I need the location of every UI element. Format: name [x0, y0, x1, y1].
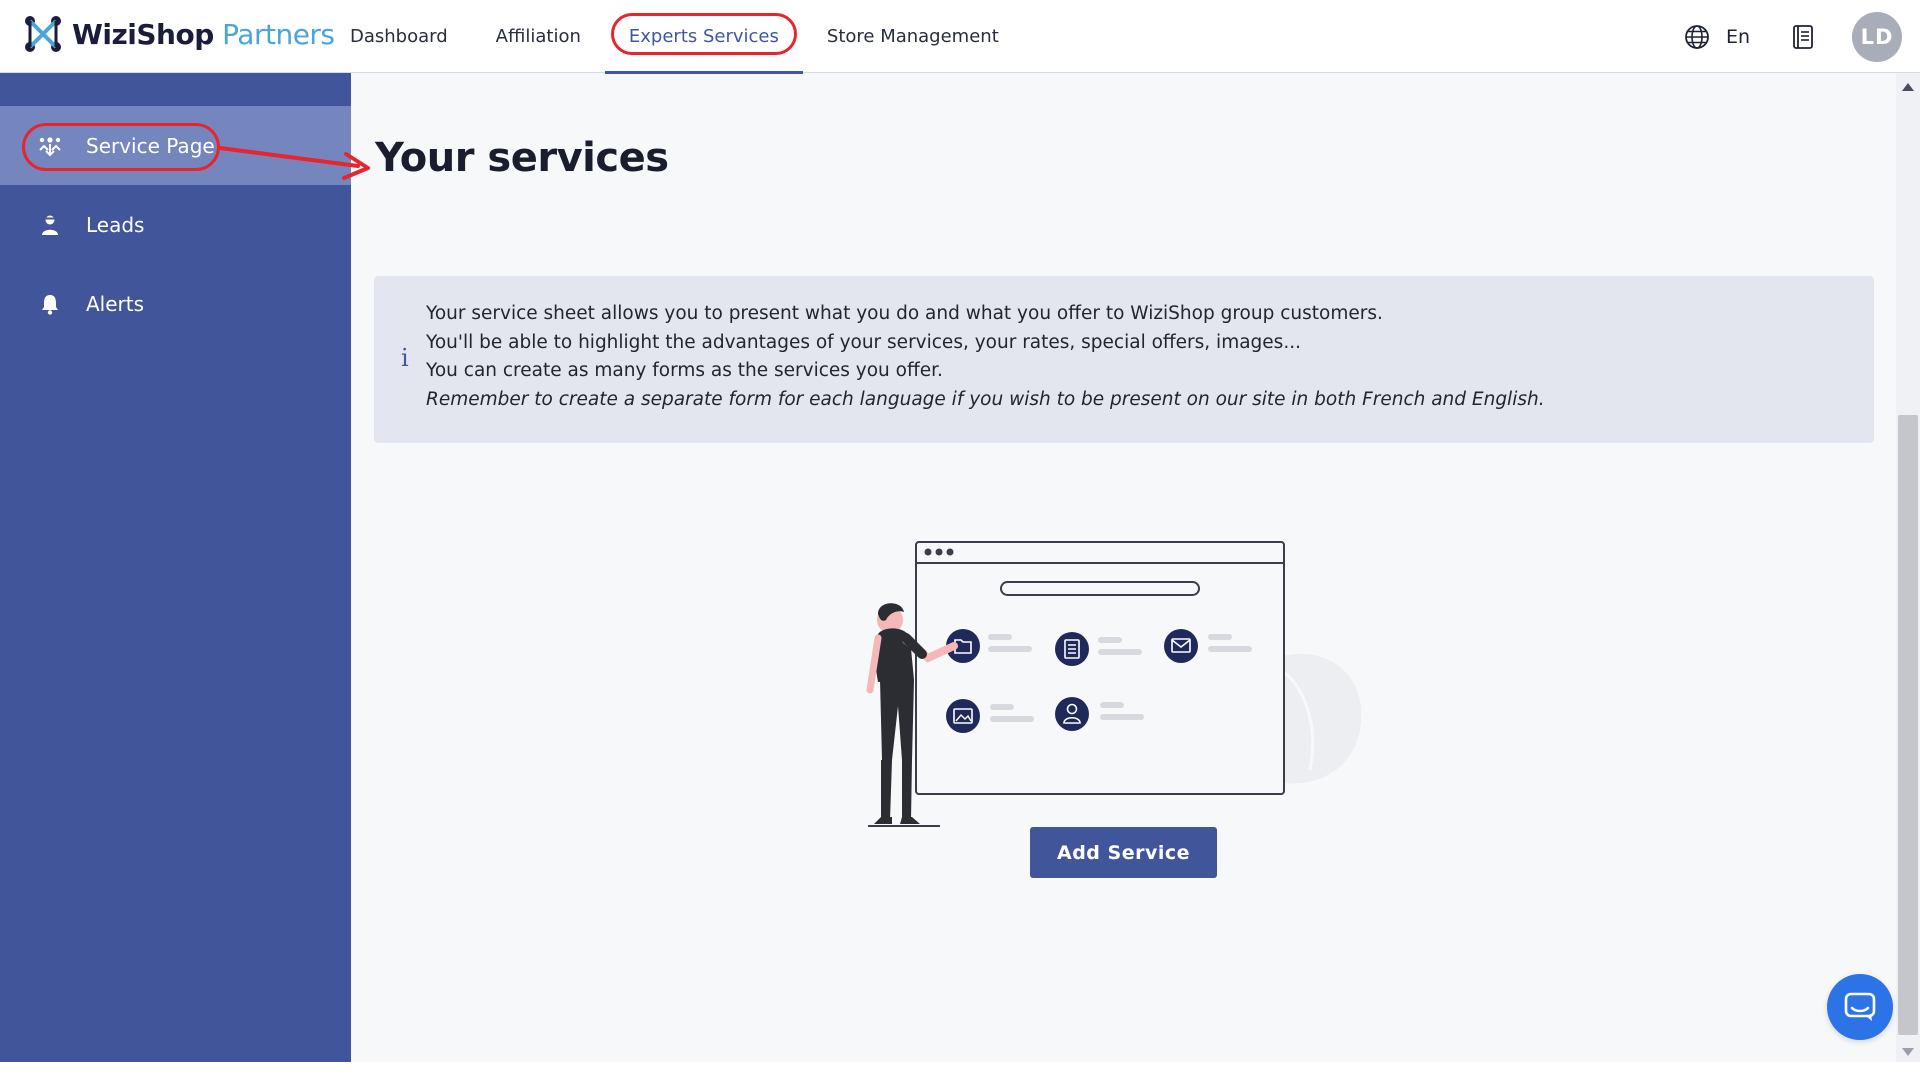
- sidebar-item-label: Leads: [86, 212, 145, 237]
- chat-widget-button[interactable]: [1827, 974, 1893, 1040]
- sidebar-item-label: Service Page: [86, 133, 215, 158]
- nav-store-management[interactable]: Store Management: [803, 0, 1023, 73]
- globe-icon[interactable]: [1684, 24, 1710, 50]
- wizishop-partners-logo[interactable]: WiziShop Partners: [22, 12, 335, 56]
- logo-mark-icon: [25, 16, 61, 52]
- info-line: Your service sheet allows you to present…: [426, 303, 1383, 324]
- top-navigation-bar: WiziShop Partners Dashboard Affiliation …: [0, 0, 1920, 74]
- info-line: You'll be able to highlight the advantag…: [426, 331, 1301, 353]
- sidebar-item-label: Alerts: [86, 291, 145, 316]
- logo-brand-text: WiziShop: [72, 17, 214, 51]
- bottom-strip: [0, 1062, 1920, 1080]
- nav-store-management-label: Store Management: [826, 26, 999, 47]
- nav-affiliation[interactable]: Affiliation: [472, 0, 605, 73]
- page-scrollbar[interactable]: [1896, 73, 1920, 1062]
- nav-right-tools: En LD: [1684, 0, 1902, 73]
- info-line: You can create as many forms as the serv…: [426, 360, 943, 381]
- info-text: Your service sheet allows you to present…: [426, 300, 1545, 414]
- chat-bubble-icon: [1844, 992, 1876, 1021]
- user-avatar[interactable]: LD: [1852, 11, 1902, 62]
- nav-experts-services-label: Experts Services: [628, 26, 779, 47]
- info-panel: i Your service sheet allows you to prese…: [374, 276, 1874, 443]
- sidebar: Service Page Leads Alerts: [0, 73, 351, 1062]
- scroll-up-arrow-icon[interactable]: [1902, 83, 1914, 91]
- info-icon: i: [401, 344, 409, 372]
- sidebar-item-leads[interactable]: Leads: [0, 185, 351, 264]
- scroll-down-arrow-icon[interactable]: [1902, 1048, 1914, 1056]
- empty-state-illustration: [866, 541, 1362, 827]
- language-selector[interactable]: En: [1726, 26, 1750, 48]
- bell-icon: [38, 292, 62, 316]
- logo-suffix-text: Partners: [222, 17, 335, 51]
- add-service-button[interactable]: Add Service: [1030, 827, 1217, 878]
- nav-dashboard[interactable]: Dashboard: [326, 0, 472, 73]
- page-title: Your services: [375, 135, 669, 181]
- main-nav: Dashboard Affiliation Experts Services S…: [326, 0, 1023, 74]
- leads-person-icon: [38, 213, 62, 237]
- nav-experts-services[interactable]: Experts Services: [604, 0, 803, 74]
- nav-affiliation-label: Affiliation: [495, 26, 581, 47]
- service-page-icon: [38, 134, 62, 158]
- scrollbar-thumb[interactable]: [1898, 415, 1918, 1035]
- nav-dashboard-label: Dashboard: [350, 26, 448, 47]
- info-note: Remember to create a separate form for e…: [426, 388, 1545, 410]
- red-annotation-arrow-icon: [218, 146, 370, 180]
- sidebar-item-alerts[interactable]: Alerts: [0, 264, 351, 343]
- documentation-book-icon[interactable]: [1790, 24, 1816, 50]
